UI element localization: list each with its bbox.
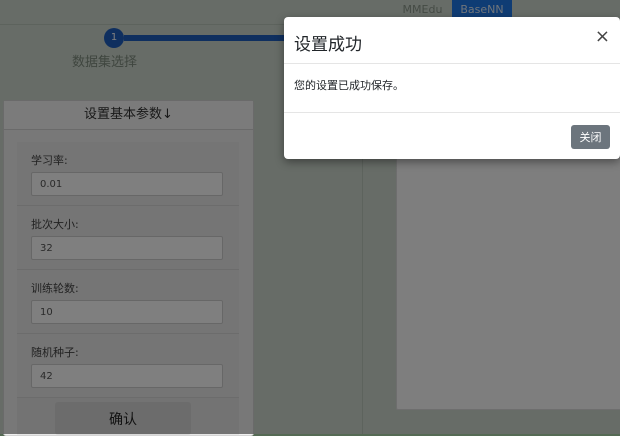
close-button[interactable]: 关闭 [571, 125, 610, 149]
dialog-message: 您的设置已成功保存。 [294, 79, 404, 92]
dialog-header: 设置成功 × [284, 17, 620, 64]
close-icon[interactable]: × [595, 28, 610, 46]
success-dialog: 设置成功 × 您的设置已成功保存。 关闭 [284, 17, 620, 159]
dialog-footer: 关闭 [284, 112, 620, 160]
dialog-title: 设置成功 [294, 35, 362, 55]
